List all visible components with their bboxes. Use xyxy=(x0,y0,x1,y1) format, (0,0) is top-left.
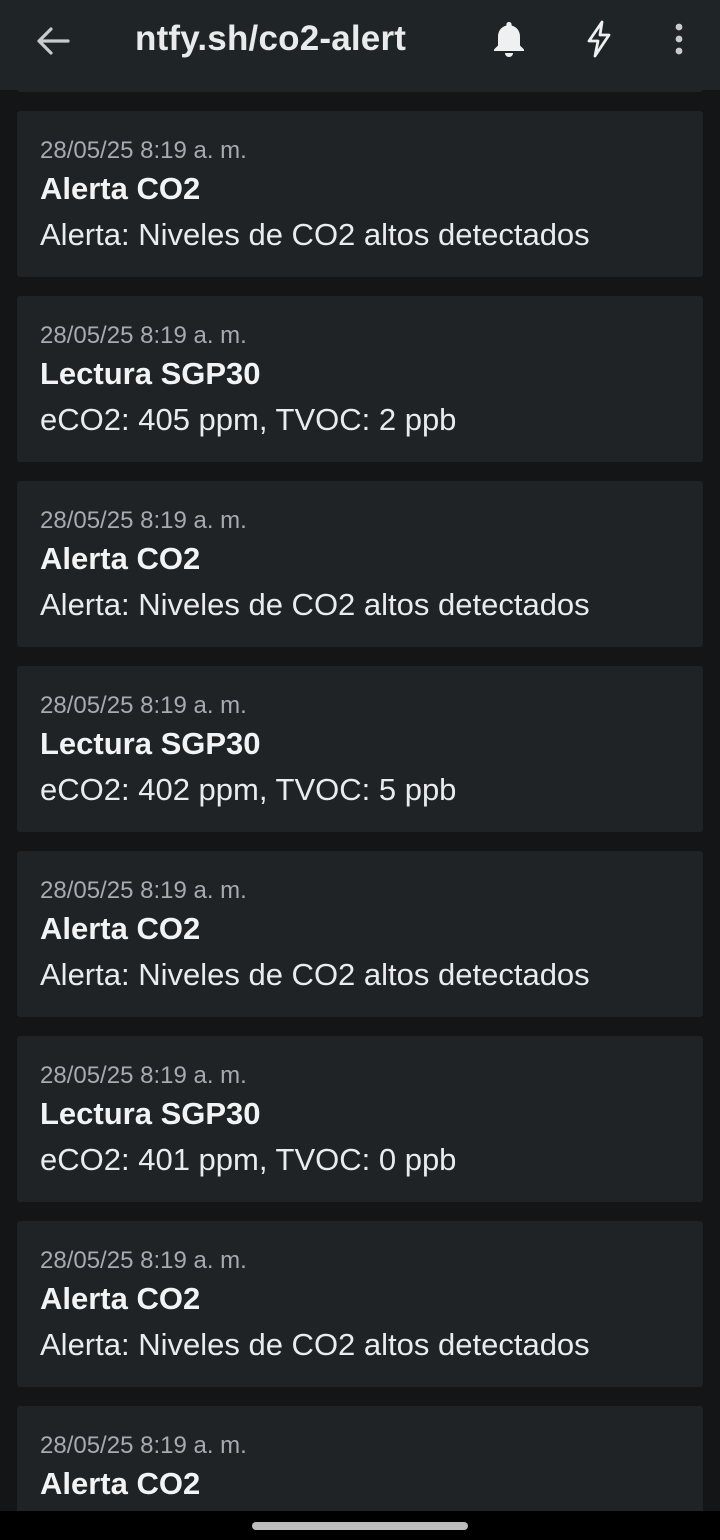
overflow-menu-button[interactable] xyxy=(656,16,702,62)
notification-message: eCO2: 401 ppm, TVOC: 0 ppb xyxy=(40,1142,457,1177)
notification-message: Alerta: Niveles de CO2 altos detectados xyxy=(40,957,590,992)
back-button[interactable] xyxy=(30,18,76,64)
notification-title: Alerta CO2 xyxy=(40,911,201,946)
notification-card[interactable]: 28/05/25 8:19 a. m. Lectura SGP30 eCO2: … xyxy=(17,666,703,832)
notification-time: 28/05/25 8:19 a. m. xyxy=(40,507,247,534)
notification-card[interactable]: 28/05/25 8:19 a. m. Alerta CO2 Alerta: N… xyxy=(17,481,703,647)
topic-title: ntfy.sh/co2-alert xyxy=(135,19,407,58)
notification-card[interactable]: 28/05/25 8:19 a. m. Alerta CO2 Alerta: N… xyxy=(17,851,703,1017)
notification-card[interactable]: 28/05/25 8:19 a. m. Lectura SGP30 eCO2: … xyxy=(17,296,703,462)
notification-message: Alerta: Niveles de CO2 altos detectados xyxy=(40,587,590,622)
more-vertical-icon xyxy=(675,23,683,55)
notification-title: Lectura SGP30 xyxy=(40,726,261,761)
notification-title: Lectura SGP30 xyxy=(40,1096,261,1131)
notification-title: Alerta CO2 xyxy=(40,171,201,206)
notification-title: Alerta CO2 xyxy=(40,1466,201,1501)
top-app-bar: ntfy.sh/co2-alert xyxy=(0,0,720,90)
lightning-bolt-icon xyxy=(587,20,611,58)
notification-time: 28/05/25 8:19 a. m. xyxy=(40,137,247,164)
bell-icon xyxy=(494,22,524,57)
notification-card[interactable]: 28/05/25 8:19 a. m. Alerta CO2 Alerta: N… xyxy=(17,1221,703,1387)
notification-time: 28/05/25 8:19 a. m. xyxy=(40,692,247,719)
notification-card[interactable]: 28/05/25 8:19 a. m. Alerta CO2 Alerta: N… xyxy=(17,111,703,277)
notification-time: 28/05/25 8:19 a. m. xyxy=(40,1432,247,1459)
notification-message: eCO2: 402 ppm, TVOC: 5 ppb xyxy=(40,772,457,807)
notification-title: Alerta CO2 xyxy=(40,541,201,576)
home-gesture-handle[interactable] xyxy=(252,1522,468,1530)
notification-card[interactable]: 28/05/25 8:19 a. m. Alerta CO2 xyxy=(17,1406,703,1511)
notification-card[interactable]: 28/05/25 8:19 a. m. Lectura SGP30 eCO2: … xyxy=(17,1036,703,1202)
arrow-left-icon xyxy=(37,27,70,55)
system-navigation-bar xyxy=(0,1511,720,1540)
notification-time: 28/05/25 8:19 a. m. xyxy=(40,1062,247,1089)
notification-title: Alerta CO2 xyxy=(40,1281,201,1316)
notification-time: 28/05/25 8:19 a. m. xyxy=(40,1247,247,1274)
notification-title: Lectura SGP30 xyxy=(40,356,261,391)
notification-message: Alerta: Niveles de CO2 altos detectados xyxy=(40,1327,590,1362)
notification-message: eCO2: 405 ppm, TVOC: 2 ppb xyxy=(40,402,457,437)
notification-time: 28/05/25 8:19 a. m. xyxy=(40,877,247,904)
notification-time: 28/05/25 8:19 a. m. xyxy=(40,322,247,349)
notification-message: Alerta: Niveles de CO2 altos detectados xyxy=(40,217,590,252)
notifications-button[interactable] xyxy=(486,16,532,62)
app-screen: 28/05/25 8:19 a. m. Alerta CO2 Alerta: N… xyxy=(0,0,720,1540)
flash-button[interactable] xyxy=(576,16,622,62)
